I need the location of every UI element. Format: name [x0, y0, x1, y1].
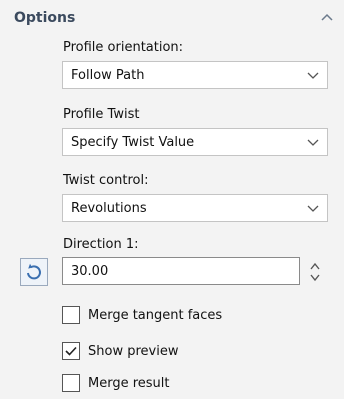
checkbox-box[interactable] — [62, 342, 80, 360]
options-panel: Options Profile orientation: Follow Path… — [0, 0, 344, 399]
rotate-arrow-icon — [27, 263, 41, 280]
options-section-header[interactable]: Options — [0, 0, 344, 38]
show-preview-checkbox[interactable]: Show preview — [62, 340, 178, 362]
profile-twist-label: Profile Twist — [63, 107, 140, 122]
direction1-label: Direction 1: — [63, 237, 139, 252]
direction1-value-field[interactable]: 30.00 — [62, 257, 300, 285]
twist-control-label: Twist control: — [63, 173, 149, 188]
chevron-up-icon — [321, 13, 333, 21]
checkbox-box[interactable] — [62, 374, 80, 392]
direction1-value: 30.00 — [71, 264, 109, 279]
merge-result-checkbox[interactable]: Merge result — [62, 372, 170, 394]
chevron-down-icon — [307, 205, 319, 212]
twist-control-select[interactable]: Revolutions — [62, 194, 328, 222]
show-preview-label: Show preview — [88, 343, 179, 359]
profile-orientation-value: Follow Path — [71, 68, 145, 83]
profile-twist-select[interactable]: Specify Twist Value — [62, 128, 328, 156]
spinner-arrows-icon — [310, 262, 320, 282]
direction1-spinner[interactable] — [306, 258, 324, 286]
chevron-down-icon — [307, 72, 319, 79]
profile-twist-value: Specify Twist Value — [71, 135, 195, 150]
merge-tangent-faces-checkbox[interactable]: Merge tangent faces — [62, 304, 222, 326]
chevron-down-icon — [307, 139, 319, 146]
twist-control-value: Revolutions — [71, 201, 147, 216]
merge-result-label: Merge result — [88, 375, 170, 391]
reverse-direction-button[interactable] — [20, 258, 48, 286]
merge-tangent-faces-label: Merge tangent faces — [88, 307, 223, 323]
checkmark-icon — [65, 346, 77, 356]
profile-orientation-label: Profile orientation: — [63, 40, 184, 55]
collapse-button[interactable] — [316, 6, 338, 28]
checkbox-box[interactable] — [62, 306, 80, 324]
profile-orientation-select[interactable]: Follow Path — [62, 61, 328, 89]
section-title: Options — [14, 10, 76, 26]
